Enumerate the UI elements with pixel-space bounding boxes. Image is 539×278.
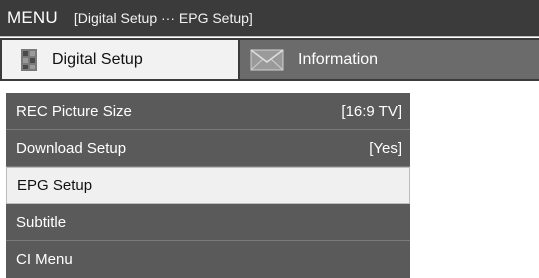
- menu-item-value: [16:9 TV]: [341, 102, 402, 120]
- tab-digital-setup[interactable]: Digital Setup: [0, 38, 240, 81]
- menu-item-download-setup[interactable]: Download Setup [Yes]: [6, 130, 410, 167]
- menu-item-subtitle[interactable]: Subtitle: [6, 204, 410, 241]
- menu-list: REC Picture Size [16:9 TV] Download Setu…: [6, 93, 410, 278]
- envelope-icon: [250, 48, 284, 72]
- puzzle-icon: [20, 48, 38, 72]
- menu-item-epg-setup[interactable]: EPG Setup: [6, 167, 410, 204]
- tab-digital-setup-label: Digital Setup: [52, 50, 143, 68]
- menu-item-label: CI Menu: [16, 251, 73, 268]
- menu-title: MENU: [7, 8, 58, 27]
- breadcrumb: [Digital Setup ··· EPG Setup]: [73, 10, 253, 26]
- menu-item-label: REC Picture Size: [16, 102, 132, 120]
- menu-item-rec-picture-size[interactable]: REC Picture Size [16:9 TV]: [6, 93, 410, 130]
- menu-header: MENU [Digital Setup ··· EPG Setup]: [0, 0, 539, 37]
- menu-item-ci-menu[interactable]: CI Menu: [6, 241, 410, 278]
- menu-item-label: Download Setup: [16, 139, 127, 157]
- menu-item-label: EPG Setup: [17, 177, 93, 194]
- menu-item-value: [Yes]: [369, 139, 402, 157]
- tab-information-label: Information: [298, 50, 379, 68]
- menu-item-label: Subtitle: [16, 213, 67, 231]
- tab-bar: Digital Setup Information: [0, 38, 539, 82]
- tab-information[interactable]: Information: [240, 38, 539, 81]
